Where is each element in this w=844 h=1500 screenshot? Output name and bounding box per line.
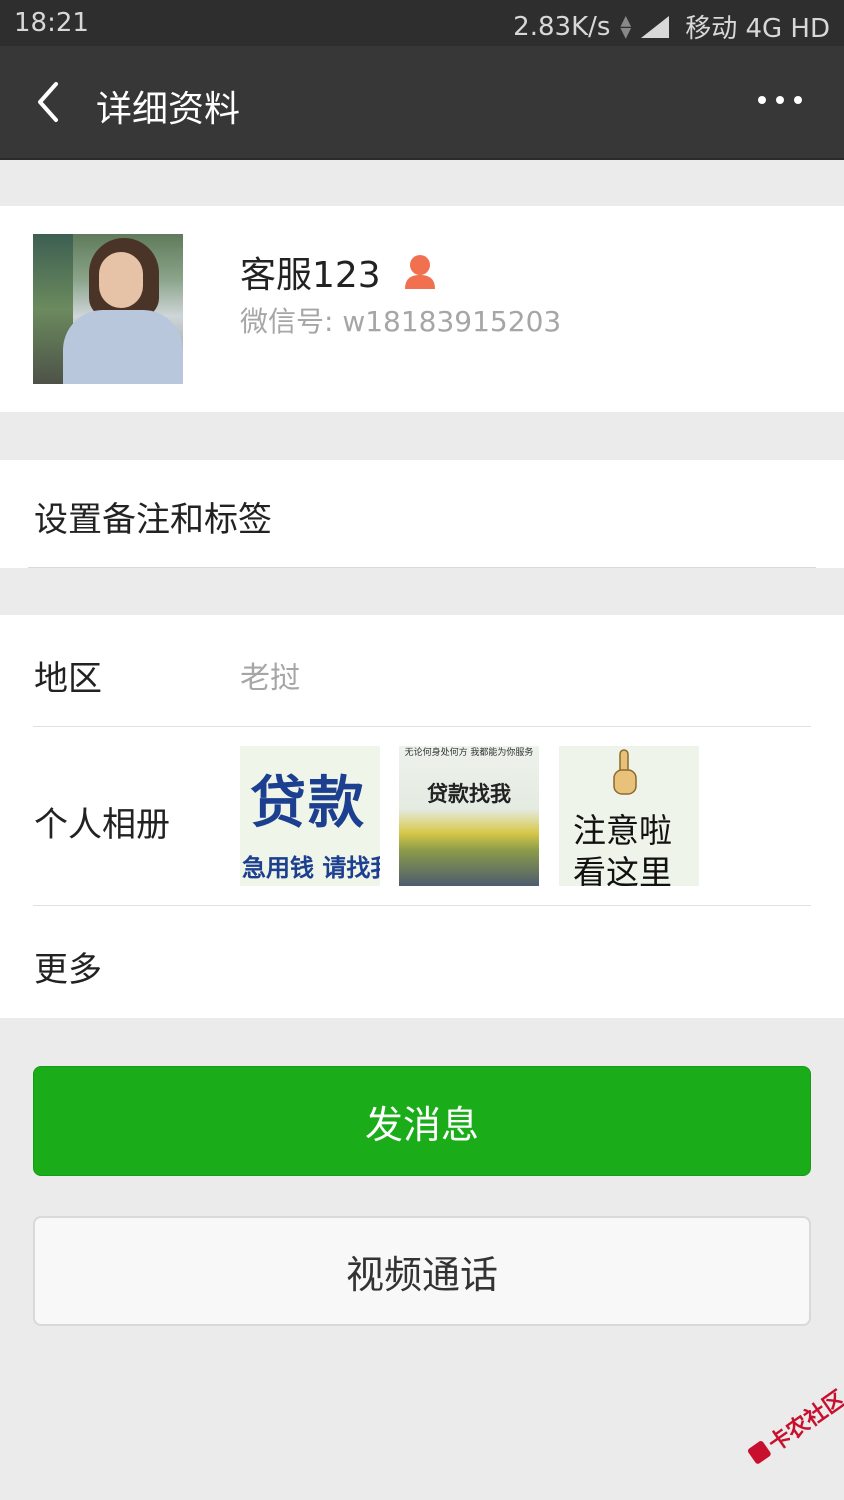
person-icon xyxy=(404,255,435,289)
album-thumb[interactable]: 无论何身处何方 我都能为你服务 贷款找我 xyxy=(399,746,539,886)
title-bar: 详细资料 xyxy=(0,46,844,160)
status-right: 2.83K/s ▲ ▼ 移动 4G HD xyxy=(513,8,830,45)
album-thumb-text: 贷款 xyxy=(250,771,366,836)
remark-label: 设置备注和标签 xyxy=(34,500,272,540)
chevron-left-icon[interactable] xyxy=(32,80,72,124)
status-bar: 18:21 2.83K/s ▲ ▼ 移动 4G HD xyxy=(0,0,844,46)
album-label[interactable]: 个人相册 xyxy=(34,797,170,846)
region-value: 老挝 xyxy=(240,661,300,696)
status-time: 18:21 xyxy=(14,8,89,38)
profile-card: 客服123 微信号: w18183915203 xyxy=(0,206,844,412)
page-title: 详细资料 xyxy=(96,89,241,130)
divider xyxy=(33,726,811,727)
album-thumb-text: 急用钱 请找我！ xyxy=(242,854,380,882)
pointing-hand-icon xyxy=(613,749,637,795)
region-label: 地区 xyxy=(34,659,102,699)
network-speed: 2.83K/s xyxy=(513,11,611,42)
divider xyxy=(33,905,811,906)
avatar[interactable] xyxy=(33,234,183,384)
more-dots-icon[interactable] xyxy=(758,96,802,104)
album-thumb-text: 无论何身处何方 我都能为你服务 xyxy=(404,748,534,758)
album-thumb-text: 贷款找我 xyxy=(427,782,511,806)
send-message-button[interactable]: 发消息 xyxy=(33,1066,811,1176)
carrier-label: 移动 4G HD xyxy=(685,14,830,44)
album-thumb-text: 看这里 xyxy=(573,853,672,886)
divider xyxy=(28,567,816,568)
contact-name: 客服123 xyxy=(240,255,381,296)
wechat-id: 微信号: w18183915203 xyxy=(240,305,562,338)
info-card: 地区 老挝 个人相册 贷款 急用钱 请找我！ 无论何身处何方 我都能为你服务 贷… xyxy=(0,615,844,1018)
data-arrows-icon: ▲ ▼ xyxy=(620,12,632,41)
signal-icon xyxy=(641,15,670,38)
watermark: 卡农社区 xyxy=(743,1381,844,1470)
watermark-text: 卡农社区 xyxy=(764,1386,844,1458)
more-label[interactable]: 更多 xyxy=(34,942,102,991)
album-thumb-text: 注意啦 xyxy=(573,811,672,850)
album-thumb[interactable]: 注意啦 看这里 xyxy=(559,746,699,886)
remark-row[interactable]: 设置备注和标签 xyxy=(0,460,844,568)
video-call-button[interactable]: 视频通话 xyxy=(33,1216,811,1326)
name-row: 客服123 xyxy=(240,246,437,298)
album-thumb[interactable]: 贷款 急用钱 请找我！ xyxy=(240,746,380,886)
